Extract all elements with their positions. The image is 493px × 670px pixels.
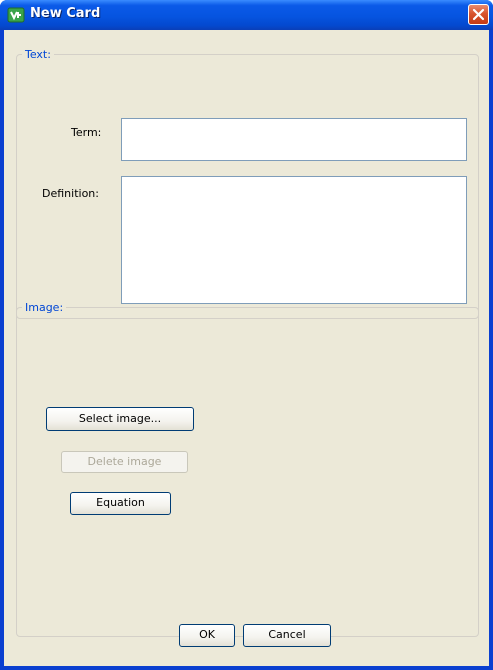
ok-button[interactable]: OK (179, 624, 235, 647)
cancel-button[interactable]: Cancel (243, 624, 331, 647)
dialog-body: Text: Term: Definition: Image: Select im… (4, 30, 489, 666)
definition-label: Definition: (42, 187, 99, 200)
definition-textarea[interactable] (121, 176, 467, 304)
close-button[interactable] (468, 4, 489, 25)
text-group-legend: Text: (25, 48, 51, 61)
close-icon (472, 8, 485, 21)
window-title: New Card (30, 6, 101, 21)
select-image-button[interactable]: Select image... (46, 407, 194, 431)
term-label: Term: (71, 126, 102, 139)
term-input[interactable] (121, 118, 467, 161)
new-card-dialog: New Card Text: Term: Definition: Image: … (0, 0, 493, 670)
app-icon (7, 7, 25, 23)
equation-button[interactable]: Equation (70, 492, 171, 515)
image-group-legend: Image: (25, 301, 64, 314)
delete-image-button[interactable]: Delete image (61, 451, 188, 473)
title-bar[interactable]: New Card (0, 0, 493, 30)
